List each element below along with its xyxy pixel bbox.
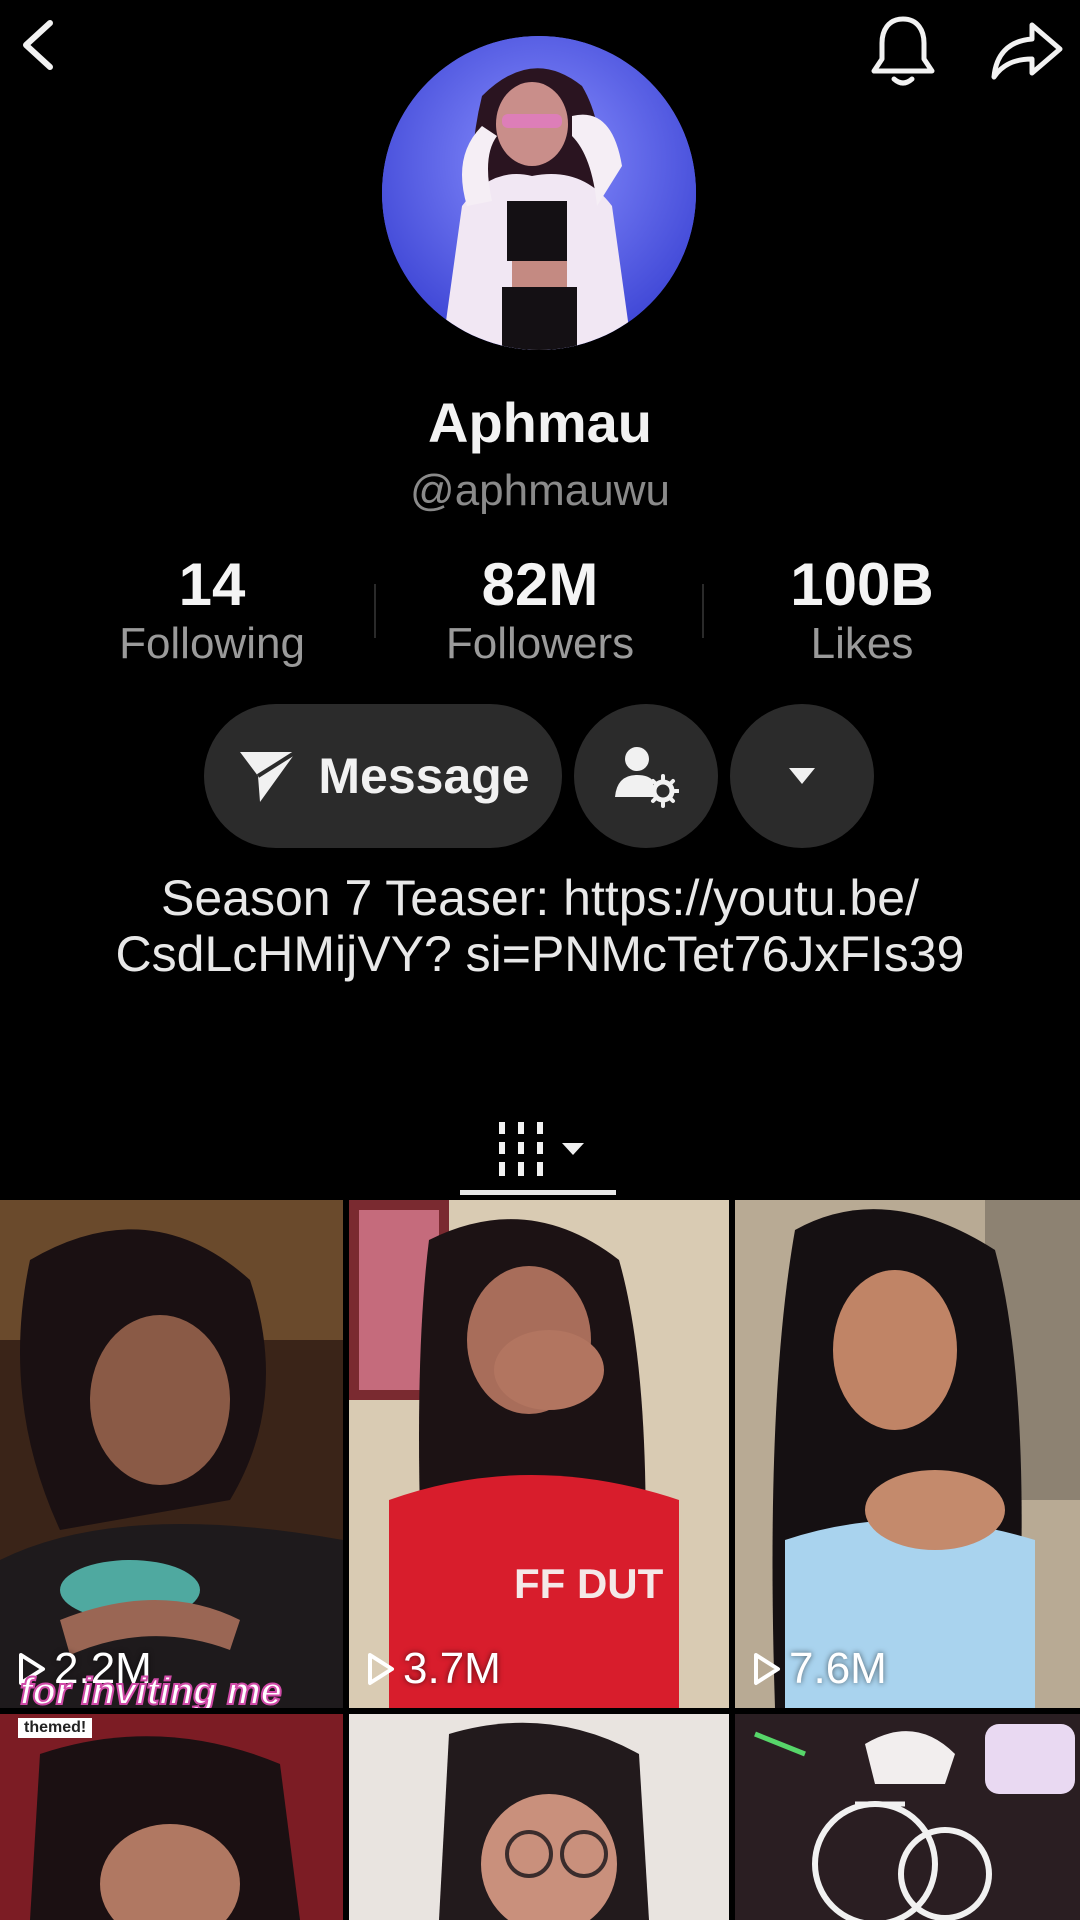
video-thumbnail[interactable]: 7.6M: [735, 1200, 1080, 1708]
caret-down-icon: [789, 768, 815, 784]
video-caption: for inviting me: [19, 1670, 283, 1708]
message-button-label: Message: [318, 748, 530, 804]
profile-bio[interactable]: Season 7 Teaser: https://youtu.be/ CsdLc…: [60, 870, 1020, 982]
play-icon: [368, 1653, 394, 1685]
stat-divider: [702, 584, 704, 638]
caret-down-icon: [562, 1143, 584, 1155]
profile-screen: Aphmau @aphmauwu 14 Following 82M Follow…: [0, 0, 1080, 1920]
following-label: Following: [119, 619, 305, 668]
play-icon: [754, 1653, 780, 1685]
paper-plane-icon: [240, 750, 298, 802]
tab-active-indicator: [460, 1190, 616, 1195]
video-thumbnail[interactable]: 2.2M for inviting me: [0, 1200, 343, 1708]
video-thumbnail-image: [349, 1200, 729, 1708]
likes-label: Likes: [810, 619, 914, 668]
notifications-button[interactable]: [858, 6, 948, 96]
view-count-text: 7.6M: [789, 1644, 887, 1693]
video-thumbnail[interactable]: themed!: [0, 1714, 343, 1920]
followers-count: 82M: [481, 551, 599, 618]
share-arrow-icon: [991, 22, 1063, 80]
profile-avatar[interactable]: [382, 36, 696, 350]
followers-stat[interactable]: 82M Followers: [400, 552, 680, 670]
followers-label: Followers: [445, 619, 635, 668]
following-count: 14: [178, 551, 246, 618]
shirt-text: FF DUT: [514, 1560, 664, 1607]
video-thumbnail[interactable]: [349, 1714, 729, 1920]
view-count: 7.6M: [753, 1644, 887, 1694]
person-gear-icon: [615, 747, 679, 808]
chevron-left-icon: [23, 20, 53, 70]
profile-actions: Message: [0, 704, 1080, 848]
bell-icon: [871, 16, 935, 86]
profile-stats: 14 Following 82M Followers 100B Likes: [0, 552, 1080, 672]
video-thumbnail[interactable]: FF DUT 3.7M: [349, 1200, 729, 1708]
likes-count: 100B: [790, 551, 934, 618]
avatar-image: [382, 36, 696, 350]
message-button[interactable]: Message: [204, 704, 562, 848]
add-friend-button[interactable]: [574, 704, 718, 848]
grid-columns-icon: [499, 1122, 543, 1176]
video-thumbnail-image: [0, 1200, 343, 1708]
video-thumbnail-image: [349, 1714, 729, 1920]
view-count: 3.7M: [367, 1644, 501, 1694]
video-thumbnail-image: [735, 1714, 1080, 1920]
stat-divider: [374, 584, 376, 638]
video-grid: 2.2M for inviting me FF DUT 3.7M 7.6M th…: [0, 1200, 1080, 1920]
videos-tab[interactable]: [460, 1104, 620, 1194]
video-thumbnail-image: [735, 1200, 1080, 1708]
username-handle: @aphmauwu: [410, 466, 670, 515]
video-thumbnail[interactable]: [735, 1714, 1080, 1920]
display-name: Aphmau: [428, 391, 652, 454]
back-button[interactable]: [4, 10, 74, 80]
share-button[interactable]: [982, 6, 1072, 96]
more-options-button[interactable]: [730, 704, 874, 848]
likes-stat[interactable]: 100B Likes: [722, 552, 1002, 670]
view-count-text: 3.7M: [403, 1644, 501, 1693]
video-tag: themed!: [18, 1718, 93, 1738]
video-thumbnail-image: [0, 1714, 343, 1920]
following-stat[interactable]: 14 Following: [72, 552, 352, 670]
